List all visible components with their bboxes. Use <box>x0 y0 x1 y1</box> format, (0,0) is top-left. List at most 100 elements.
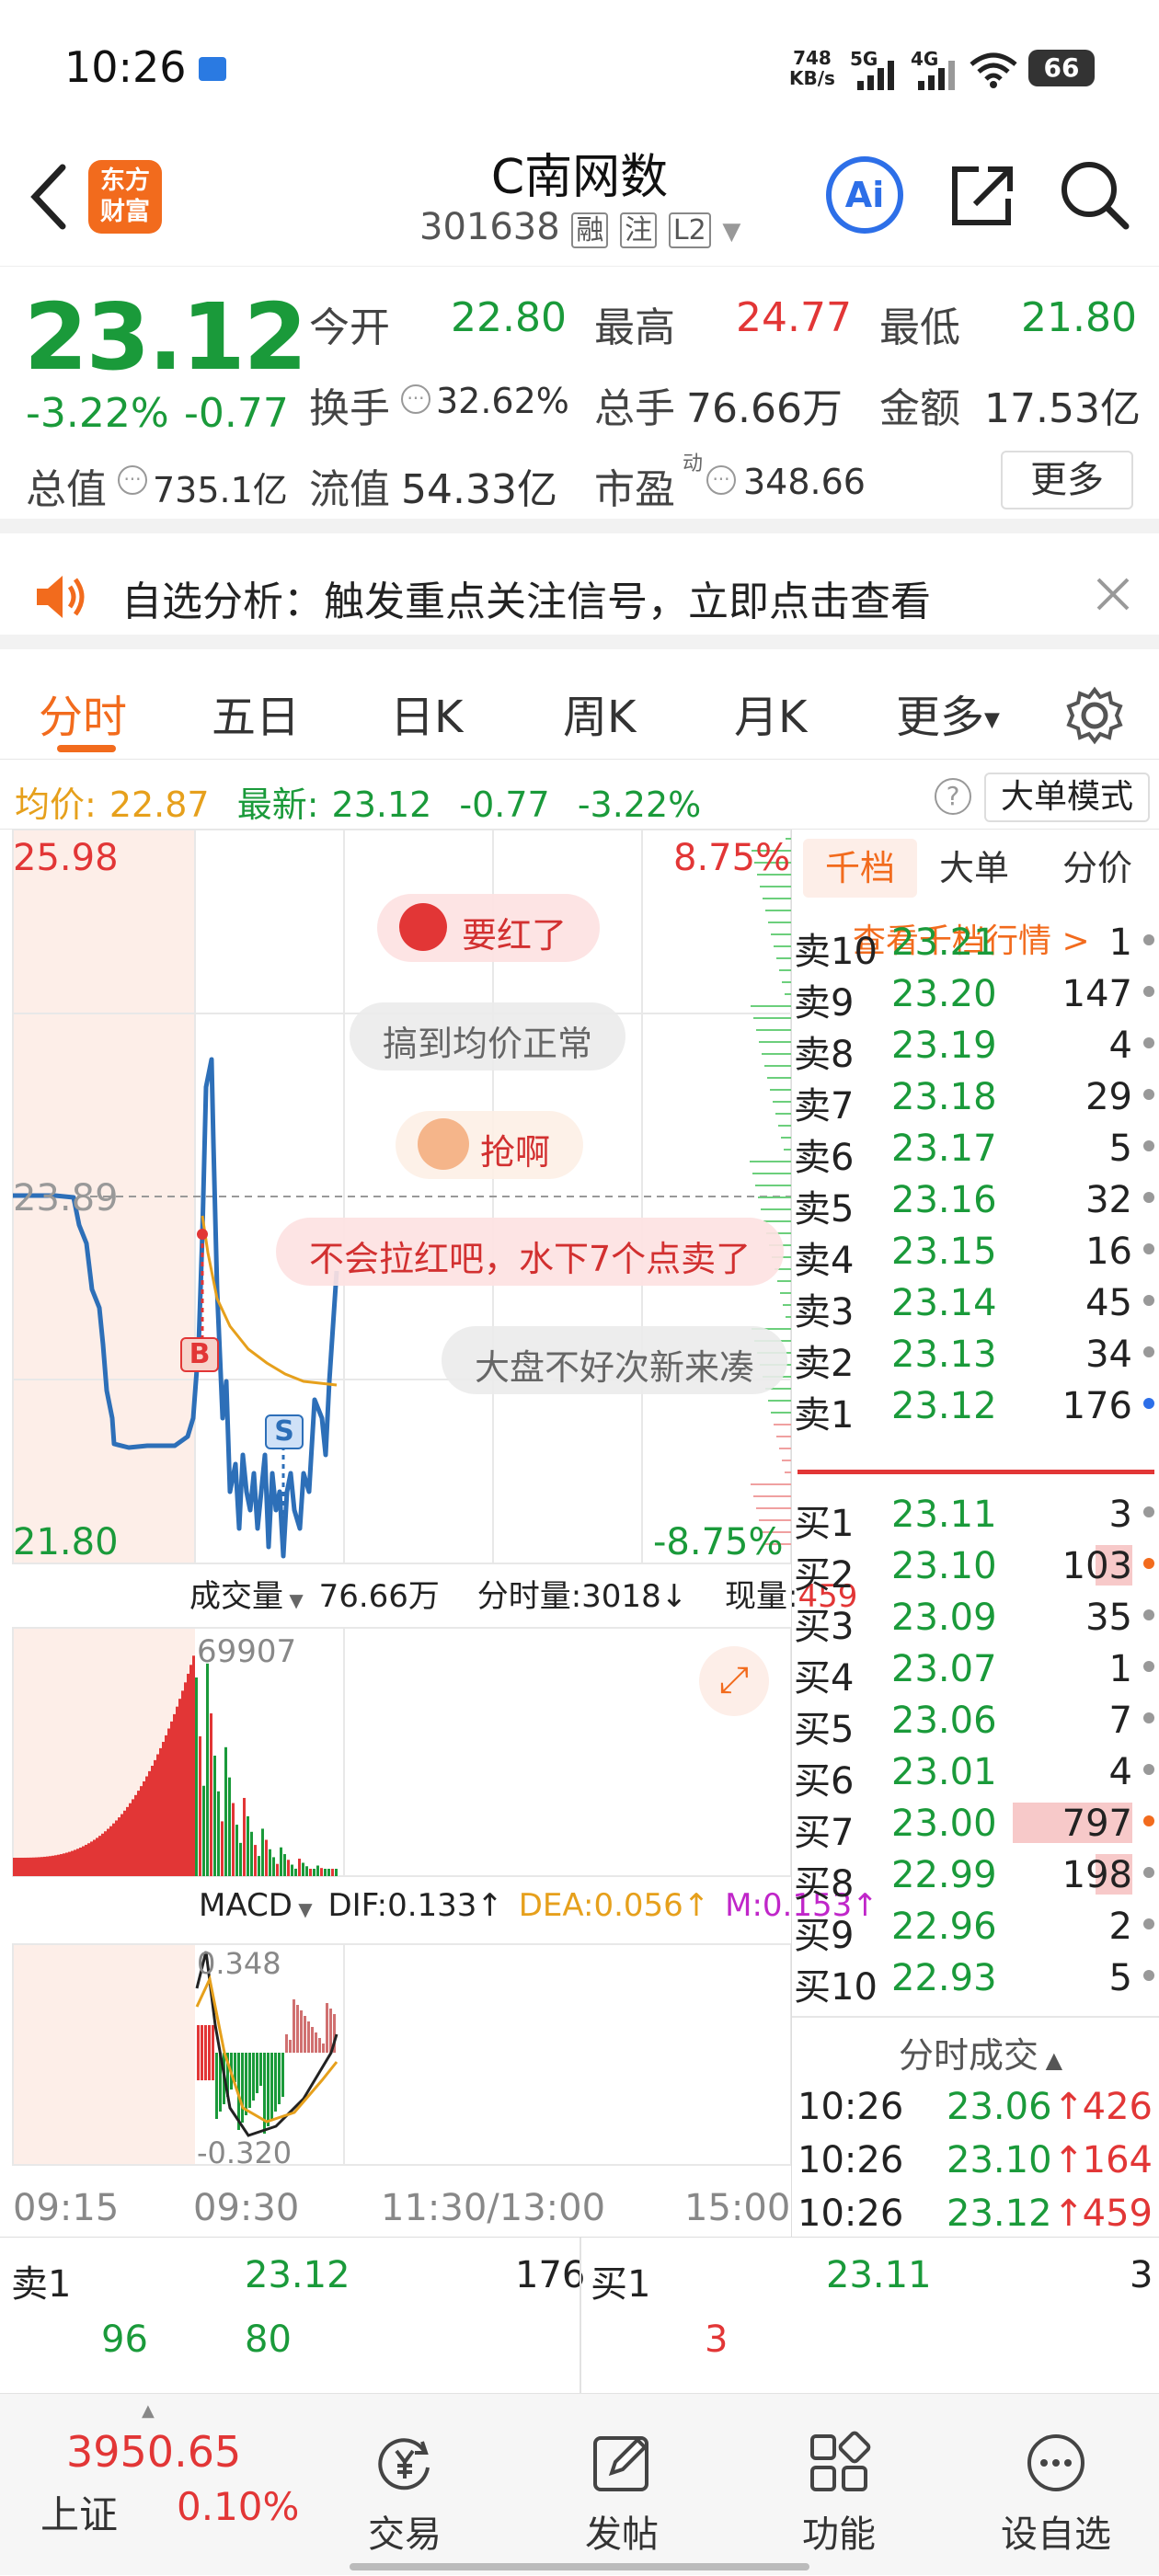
more-button[interactable]: 更多 <box>1001 451 1133 509</box>
volume-selector[interactable]: 成交量 ▼ <box>189 1578 304 1615</box>
signal-icon <box>857 61 894 90</box>
ob-buy-row[interactable]: 买10 22.93 5 <box>792 1952 1159 2009</box>
notice-bar[interactable]: 自选分析：触发重点关注信号，立即点击查看 <box>0 548 1159 649</box>
macd-bar <box>252 2053 255 2101</box>
volume-bar <box>302 1862 304 1876</box>
volume-bar <box>265 1839 268 1876</box>
grid-icon <box>810 2431 871 2491</box>
tab-zhouk[interactable]: 周K <box>563 681 636 745</box>
tab-yuek[interactable]: 月K <box>734 681 807 745</box>
bb-sell-qty: 176 <box>515 2254 586 2296</box>
info-icon-2[interactable]: ··· <box>118 465 147 495</box>
volume-bar <box>98 1836 101 1876</box>
ob-sell-row[interactable]: 卖6 23.17 5 <box>792 1122 1159 1179</box>
help-icon[interactable]: ? <box>935 778 971 815</box>
bottom-nav: ▲ 3950.65 上证 0.10% 交易 发帖 功能 设自选 <box>0 2393 1159 2575</box>
ob-sell-row[interactable]: 卖4 23.15 16 <box>792 1225 1159 1282</box>
comment-bubble-3[interactable]: 抢啊 <box>396 1111 584 1179</box>
nav-post[interactable]: 发帖 <box>557 2431 686 2558</box>
volume-bar <box>327 1869 330 1876</box>
volume-bar <box>316 1865 319 1876</box>
macd-bar <box>204 2025 207 2080</box>
bb-buy-qty: 3 <box>1130 2254 1153 2296</box>
ob-buy-row[interactable]: 买6 23.01 4 <box>792 1746 1159 1803</box>
index-ticker[interactable]: ▲ 3950.65 上证 0.10% <box>0 2394 322 2576</box>
ob-buy-row[interactable]: 买9 22.96 2 <box>792 1900 1159 1957</box>
ob-sell-price: 23.16 <box>891 1179 997 1221</box>
ob-sell-row[interactable]: 卖5 23.16 32 <box>792 1174 1159 1231</box>
ob-sell-row[interactable]: 卖1 23.12 176 <box>792 1380 1159 1431</box>
ob-buy-row[interactable]: 买5 23.06 7 <box>792 1694 1159 1751</box>
volume-bar <box>232 1803 235 1876</box>
status-dot <box>1143 1037 1154 1048</box>
buy-marker[interactable]: B <box>180 1337 219 1372</box>
info-icon[interactable]: ··· <box>401 384 430 414</box>
ob-sell-price: 23.18 <box>891 1076 997 1118</box>
big-order-mode-button[interactable]: 大单模式 <box>984 773 1150 822</box>
app-notification-icon <box>199 57 226 81</box>
ai-button[interactable]: Ai <box>826 156 903 234</box>
ob-buy-row[interactable]: 买4 23.07 1 <box>792 1643 1159 1700</box>
tab-wuri[interactable]: 五日 <box>212 681 300 745</box>
ob-sell-row[interactable]: 卖3 23.14 45 <box>792 1277 1159 1334</box>
tab-rik[interactable]: 日K <box>390 681 463 745</box>
ob-buy-row[interactable]: 买7 23.00 797 <box>792 1797 1159 1854</box>
ob-trades-title[interactable]: 分时成交 ▲ <box>899 2027 1062 2078</box>
volume-bar <box>32 1857 35 1876</box>
ob-tab-fenjia[interactable]: 分价 <box>1062 839 1132 898</box>
nav-functions[interactable]: 功能 <box>775 2431 903 2558</box>
comment-bubble-4[interactable]: 不会拉红吧，水下7个点卖了 <box>276 1218 785 1286</box>
ob-sell-qty: 4 <box>1108 1025 1132 1067</box>
nav-add-watchlist[interactable]: 设自选 <box>992 2431 1120 2558</box>
ob-tab-dadan[interactable]: 大单 <box>939 839 1009 898</box>
comment-bubble-2[interactable]: 搞到均价正常 <box>350 1002 626 1070</box>
stock-code-line[interactable]: 301638 融 注 L2 ▼ <box>419 206 740 248</box>
tab-more[interactable]: 更多▼ <box>896 681 1000 745</box>
ob-sell-row[interactable]: 卖10 23.21 1 <box>792 916 1159 973</box>
volume-bar <box>85 1844 87 1876</box>
sell-marker[interactable]: S <box>265 1414 304 1449</box>
ob-sell-row[interactable]: 卖7 23.18 29 <box>792 1070 1159 1128</box>
macd-selector[interactable]: MACD ▼ <box>199 1887 313 1924</box>
chart-tabs: 分时 五日 日K 周K 月K 更多▼ <box>0 664 1159 760</box>
cow-icon <box>418 1118 469 1170</box>
status-dot <box>1143 1140 1154 1151</box>
ob-spread-divider <box>798 1470 1154 1474</box>
volume-bar <box>170 1721 173 1876</box>
ob-buy-row[interactable]: 买2 23.10 103 <box>792 1540 1159 1597</box>
search-icon[interactable] <box>1058 158 1131 232</box>
ob-sell-qty: 29 <box>1085 1076 1132 1118</box>
ob-sell-row[interactable]: 卖2 23.13 34 <box>792 1328 1159 1385</box>
expand-icon[interactable]: ⤢ <box>699 1646 769 1716</box>
volume-bar <box>199 1735 201 1876</box>
change-pct: -3.22% <box>26 390 169 437</box>
tab-fenshi[interactable]: 分时 <box>39 681 127 745</box>
share-icon[interactable] <box>947 160 1017 230</box>
trade-qty: 459 <box>1082 2192 1153 2235</box>
ob-buy-row[interactable]: 买8 22.99 198 <box>792 1849 1159 1906</box>
macd-bar <box>307 2021 310 2053</box>
volume-bar <box>167 1728 170 1876</box>
macd-min-label: -0.320 <box>197 2135 293 2170</box>
macd-bar <box>300 2010 303 2053</box>
macd-bar <box>281 2053 284 2097</box>
volume-bar <box>137 1791 140 1876</box>
comment-bubble-5[interactable]: 大盘不好次新来凑 <box>442 1326 788 1394</box>
ob-sell-row[interactable]: 卖9 23.20 147 <box>792 967 1159 1025</box>
ob-sell-price: 23.15 <box>891 1231 997 1273</box>
close-icon[interactable] <box>1095 576 1131 613</box>
ob-buy-row[interactable]: 买3 23.09 35 <box>792 1591 1159 1648</box>
volume-bar <box>101 1833 104 1876</box>
info-icon-3[interactable]: ··· <box>706 465 736 495</box>
float-label: 流值 <box>309 466 390 513</box>
ob-buy-qty: 4 <box>1108 1751 1132 1793</box>
nav-trade[interactable]: 交易 <box>340 2431 469 2558</box>
intraday-chart-area[interactable]: 25.98 23.89 21.80 8.75% -8.75% B S 要红了 搞… <box>0 830 878 2237</box>
ob-tab-qiandang[interactable]: 千档 <box>803 839 917 898</box>
ob-buy-row[interactable]: 买1 23.11 3 <box>792 1488 1159 1545</box>
gear-icon[interactable] <box>1065 686 1124 745</box>
ob-sell-row[interactable]: 卖8 23.19 4 <box>792 1019 1159 1076</box>
volume-bar <box>159 1747 162 1876</box>
volume-bar <box>324 1869 327 1876</box>
comment-bubble-1[interactable]: 要红了 <box>377 894 601 962</box>
